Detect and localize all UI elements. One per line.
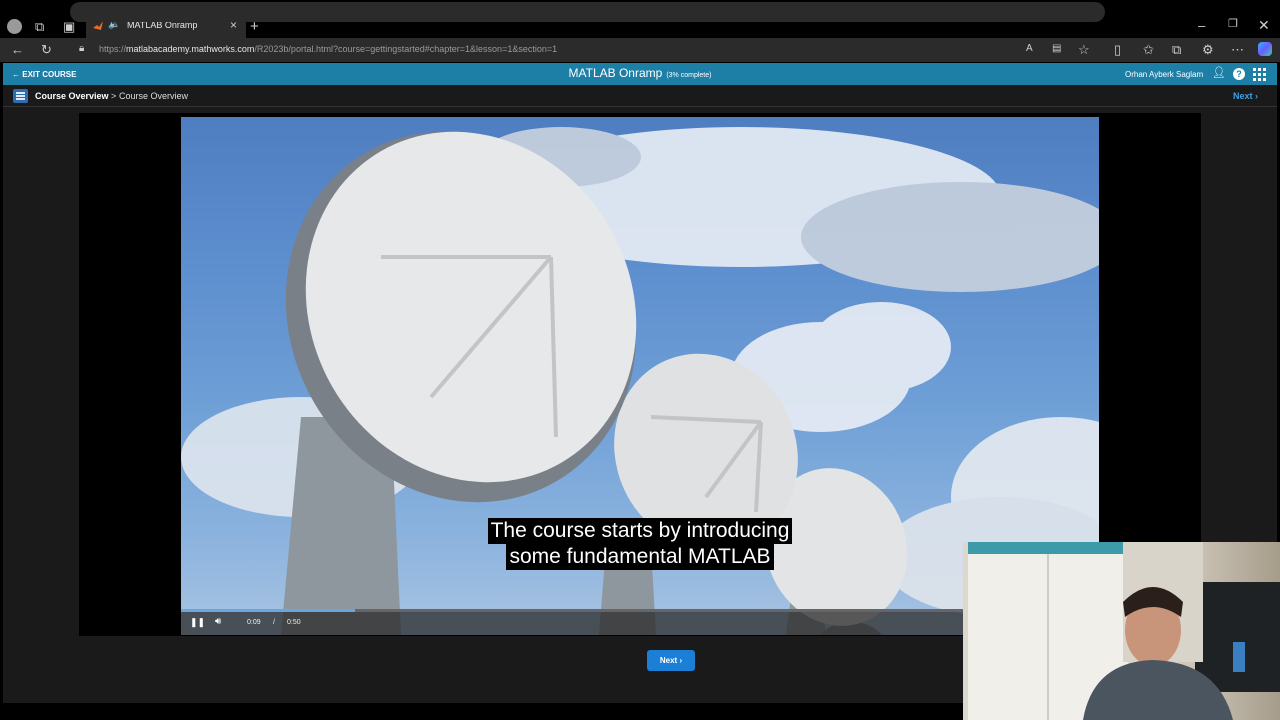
close-window-icon[interactable]: ✕	[1258, 18, 1270, 32]
back-icon[interactable]: ←	[11, 43, 24, 56]
apps-grid-icon[interactable]	[1253, 68, 1266, 81]
collections-icon[interactable]: ⧉	[1172, 43, 1181, 56]
immersive-reader-icon[interactable]: ▤	[1052, 44, 1061, 54]
extensions-icon[interactable]: ⚙	[1202, 43, 1214, 56]
favorite-star-icon[interactable]: ☆	[1078, 43, 1090, 56]
next-button-top[interactable]: Next ›	[1233, 91, 1258, 101]
webcam-image	[968, 542, 1280, 720]
user-icon[interactable]: 👤︎	[1212, 68, 1226, 79]
progress-fill	[181, 609, 356, 612]
profile-avatar-icon[interactable]	[7, 19, 22, 34]
breadcrumb-separator: >	[111, 91, 117, 101]
restore-icon[interactable]: ❐	[1228, 19, 1238, 30]
user-name[interactable]: Orhan Ayberk Saglam	[1125, 70, 1203, 79]
breadcrumb-page: Course Overview	[119, 91, 189, 101]
webcam-overlay	[963, 542, 1280, 720]
copilot-icon[interactable]	[1258, 42, 1272, 56]
course-title: MATLAB Onramp (3% complete)	[568, 66, 712, 80]
time-separator: /	[273, 619, 275, 626]
pause-icon[interactable]: ❚❚	[190, 618, 205, 627]
more-menu-icon[interactable]: ⋯	[1231, 43, 1244, 56]
progress-label: (3% complete)	[666, 72, 712, 79]
menu-icon[interactable]	[13, 89, 28, 103]
current-time: 0:09	[247, 619, 261, 626]
breadcrumb-section[interactable]: Course Overview	[35, 91, 109, 101]
next-button[interactable]: Next ›	[647, 650, 695, 671]
read-aloud-icon[interactable]: A	[1026, 44, 1033, 54]
minimize-icon[interactable]: –	[1198, 19, 1205, 32]
video-duration: 0:50	[287, 619, 301, 626]
url-text[interactable]: https://matlabacademy.mathworks.com/R202…	[99, 44, 557, 54]
video-controls	[181, 609, 1099, 635]
url-box[interactable]	[70, 2, 1105, 22]
refresh-icon[interactable]: ↻	[41, 43, 52, 56]
breadcrumb-bar	[3, 85, 1277, 107]
tab-actions-icon[interactable]: ▣	[63, 20, 75, 33]
lock-icon[interactable]: 🔒︎	[79, 44, 84, 54]
help-icon[interactable]: ?	[1233, 68, 1245, 80]
split-screen-icon[interactable]: ▯	[1114, 43, 1121, 56]
volume-icon[interactable]: 🔊︎	[215, 617, 221, 627]
favorites-icon[interactable]: ✩	[1143, 43, 1154, 56]
workspaces-icon[interactable]: ⧉	[35, 20, 44, 33]
